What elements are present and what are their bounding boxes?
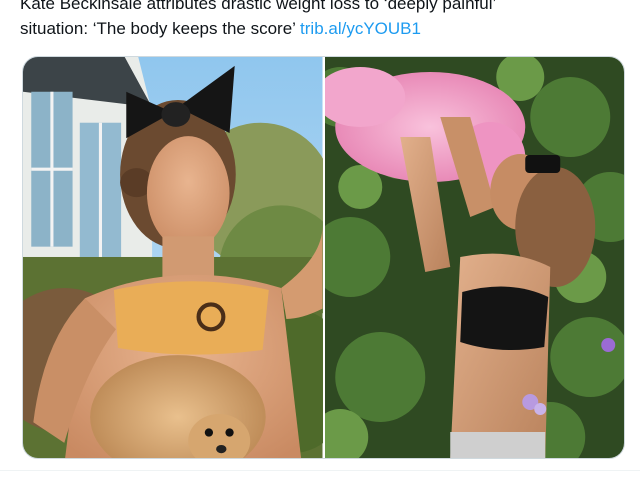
tweet-text-line-1: Kate Beckinsale attributes drastic weigh…	[20, 0, 497, 13]
divider	[0, 470, 640, 471]
tweet-text-line-2-body: situation: ‘The body keeps the score’	[20, 19, 301, 38]
photo-left-image	[23, 57, 323, 458]
tweet-card: Kate Beckinsale attributes drastic weigh…	[0, 0, 640, 480]
tweet-text: Kate Beckinsale attributes drastic weigh…	[20, 0, 620, 41]
media-grid	[22, 56, 625, 459]
photo-right[interactable]	[324, 57, 624, 458]
photo-right-image	[324, 57, 624, 458]
tweet-text-line-2: situation: ‘The body keeps the score’ tr…	[20, 16, 620, 41]
article-link[interactable]: trib.al/ycYOUB1	[300, 19, 421, 38]
photo-left[interactable]	[23, 57, 323, 458]
